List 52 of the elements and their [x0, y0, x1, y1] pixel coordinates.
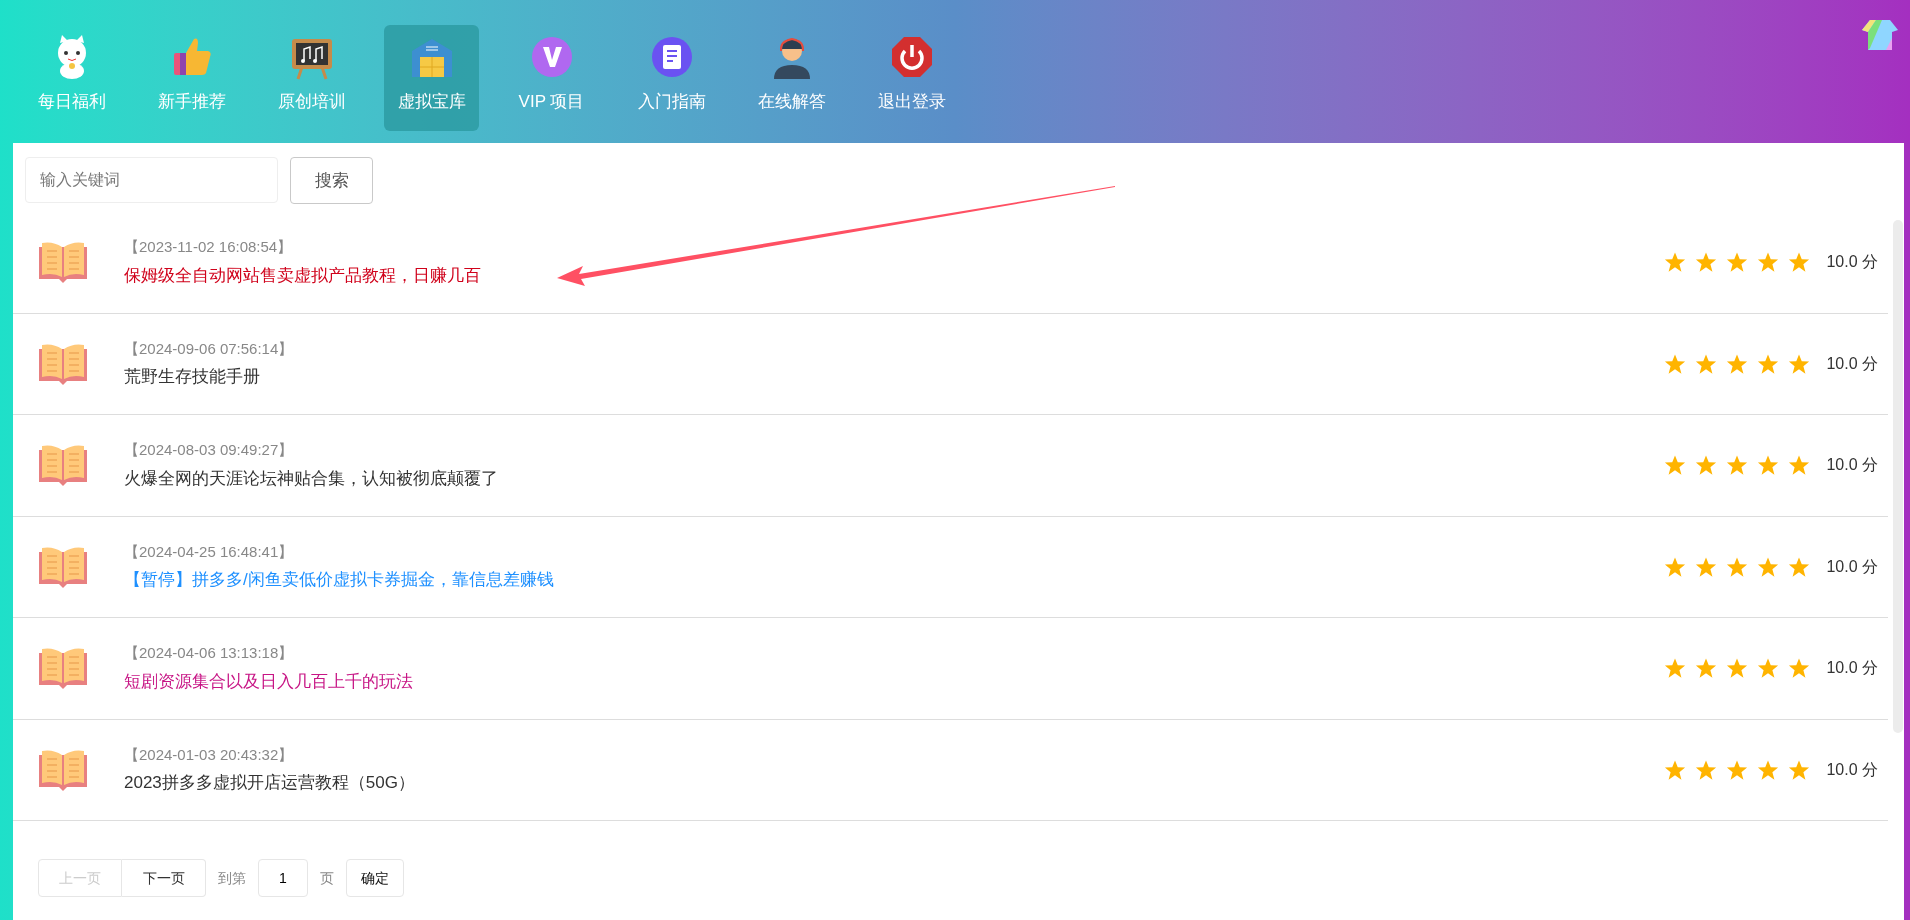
goto-label: 到第: [218, 868, 246, 888]
tshirt-icon[interactable]: [1862, 18, 1898, 50]
item-date: 【2024-01-03 20:43:32】: [124, 744, 294, 765]
search-button[interactable]: 搜索: [290, 157, 373, 204]
item-date: 【2024-09-06 07:56:14】: [124, 338, 294, 359]
star-icon: [1695, 657, 1718, 680]
score-text: 10.0 分: [1826, 658, 1878, 679]
score-text: 10.0 分: [1826, 353, 1878, 374]
star-icon: [1726, 251, 1749, 274]
book-icon: [37, 444, 89, 487]
star-icon: [1788, 657, 1811, 680]
item-title-link[interactable]: 荒野生存技能手册: [124, 364, 260, 390]
book-icon: [37, 545, 89, 588]
list-row[interactable]: 【2024-08-03 09:49:27】 火爆全网的天涯论坛神贴合集，认知被彻底颠覆了 10.0 分: [13, 415, 1888, 517]
star-icon: [1757, 657, 1780, 680]
item-date: 【2023-11-02 16:08:54】: [124, 237, 293, 258]
score-text: 10.0 分: [1826, 455, 1878, 476]
book-icon: [37, 647, 89, 690]
star-icon: [1664, 454, 1687, 477]
item-date: 【2024-08-03 09:49:27】: [124, 440, 294, 461]
star-icon: [1664, 657, 1687, 680]
score-text: 10.0 分: [1826, 759, 1878, 780]
list-row[interactable]: 【2024-04-25 16:48:41】 【暂停】拼多多/闲鱼卖低价虚拟卡券掘金，靠信息差赚钱 10.0 分: [13, 516, 1888, 618]
star-icon: [1726, 454, 1749, 477]
item-date: 【2024-04-25 16:48:41】: [124, 541, 294, 562]
list-row[interactable]: 【2024-04-06 13:13:18】 短剧资源集合以及日入几百上千的玩法 10.0 分: [13, 618, 1888, 720]
score-text: 10.0 分: [1826, 556, 1878, 577]
star-icon: [1757, 251, 1780, 274]
star-icon: [1788, 454, 1811, 477]
book-icon: [37, 342, 89, 385]
star-icon: [1726, 657, 1749, 680]
star-icon: [1695, 454, 1718, 477]
item-title-link[interactable]: 保姆级全自动网站售卖虚拟产品教程，日赚几百: [124, 262, 481, 289]
list-row[interactable]: 【2024-09-06 07:56:14】 荒野生存技能手册 10.0 分: [13, 313, 1888, 415]
next-page-button[interactable]: 下一页: [122, 859, 206, 897]
star-icon: [1664, 251, 1687, 274]
search-field[interactable]: 输入关键词: [25, 157, 278, 203]
star-icon: [1757, 454, 1780, 477]
item-title-link[interactable]: 2023拼多多虚拟开店运营教程（50G）: [124, 770, 415, 796]
confirm-button[interactable]: 确定: [346, 859, 404, 897]
score-text: 10.0 分: [1826, 252, 1878, 273]
list-row[interactable]: 【2024-01-03 20:43:32】 2023拼多多虚拟开店运营教程（50G） 10.0 分: [13, 719, 1888, 821]
book-icon: [37, 241, 89, 284]
page-number-field[interactable]: 1: [258, 859, 308, 897]
scrollbar[interactable]: [1893, 220, 1903, 733]
star-icon: [1695, 251, 1718, 274]
item-title-link[interactable]: 短剧资源集合以及日入几百上千的玩法: [124, 668, 413, 695]
item-title-link[interactable]: 火爆全网的天涯论坛神贴合集，认知被彻底颠覆了: [124, 465, 498, 492]
star-icon: [1788, 251, 1811, 274]
page-unit-label: 页: [320, 868, 334, 888]
book-icon: [37, 748, 89, 791]
item-date: 【2024-04-06 13:13:18】: [124, 643, 294, 664]
